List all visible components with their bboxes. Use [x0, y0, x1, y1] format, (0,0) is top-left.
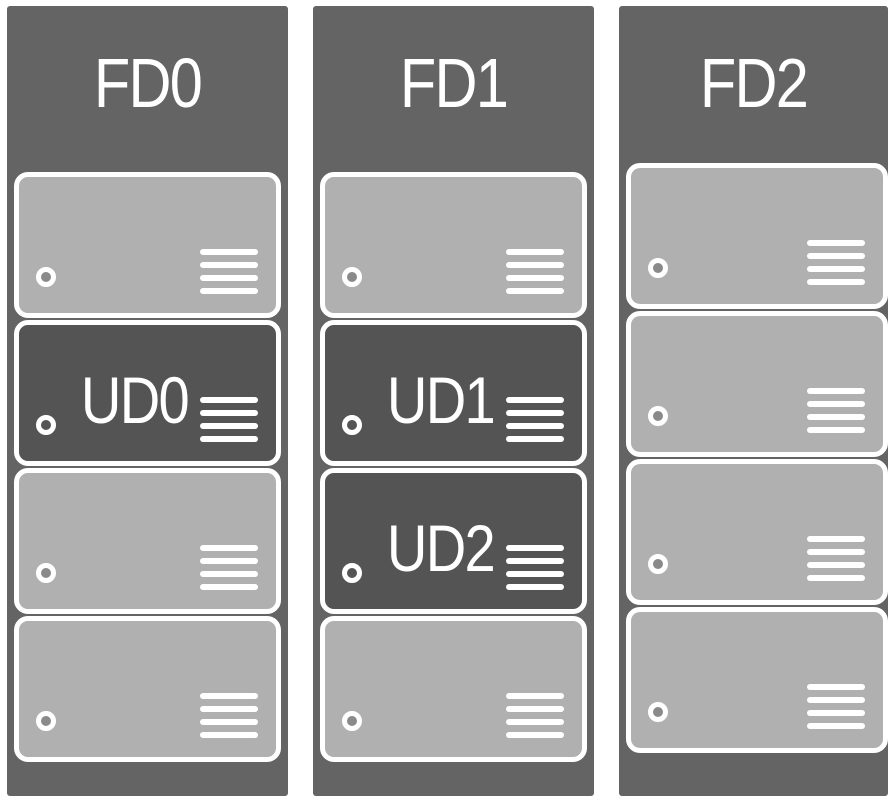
update-domain-slot: UD2 — [320, 468, 587, 614]
update-domain-label: UD0 — [80, 363, 190, 437]
disk-slot — [626, 459, 888, 605]
status-led-icon — [648, 702, 668, 722]
fault-domain-0: FD0 UD0 — [7, 6, 288, 796]
fault-domain-1: FD1 UD1 UD2 — [313, 6, 594, 796]
fault-domain-title: FD1 — [399, 44, 509, 122]
status-led-icon — [342, 267, 362, 287]
disk-slot — [14, 616, 281, 762]
update-domain-slot: UD0 — [14, 320, 281, 466]
status-led-icon — [36, 267, 56, 287]
status-led-icon — [342, 563, 362, 583]
status-led-icon — [36, 563, 56, 583]
fault-domain-diagram: FD0 UD0 FD1 UD1 UD2 FD2 — [0, 0, 888, 801]
fault-domain-2: FD2 — [619, 6, 888, 796]
update-domain-label: UD1 — [386, 363, 496, 437]
vent-lines-icon — [807, 684, 865, 730]
disk-slot — [14, 172, 281, 318]
vent-lines-icon — [200, 249, 258, 295]
vent-lines-icon — [200, 545, 258, 591]
vent-lines-icon — [807, 536, 865, 582]
status-led-icon — [342, 415, 362, 435]
vent-lines-icon — [807, 388, 865, 434]
vent-lines-icon — [506, 249, 564, 295]
status-led-icon — [36, 711, 56, 731]
disk-slot — [626, 607, 888, 753]
vent-lines-icon — [807, 240, 865, 286]
vent-lines-icon — [506, 545, 564, 591]
status-led-icon — [648, 554, 668, 574]
disk-slot — [14, 468, 281, 614]
status-led-icon — [648, 406, 668, 426]
vent-lines-icon — [506, 693, 564, 739]
fault-domain-title: FD2 — [699, 44, 809, 122]
update-domain-label: UD2 — [386, 511, 496, 585]
disk-slot — [320, 616, 587, 762]
status-led-icon — [648, 258, 668, 278]
vent-lines-icon — [200, 693, 258, 739]
status-led-icon — [342, 711, 362, 731]
vent-lines-icon — [200, 397, 258, 443]
vent-lines-icon — [506, 397, 564, 443]
disk-slot — [320, 172, 587, 318]
disk-slot — [626, 163, 888, 309]
update-domain-slot: UD1 — [320, 320, 587, 466]
status-led-icon — [36, 415, 56, 435]
fault-domain-title: FD0 — [93, 44, 203, 122]
disk-slot — [626, 311, 888, 457]
